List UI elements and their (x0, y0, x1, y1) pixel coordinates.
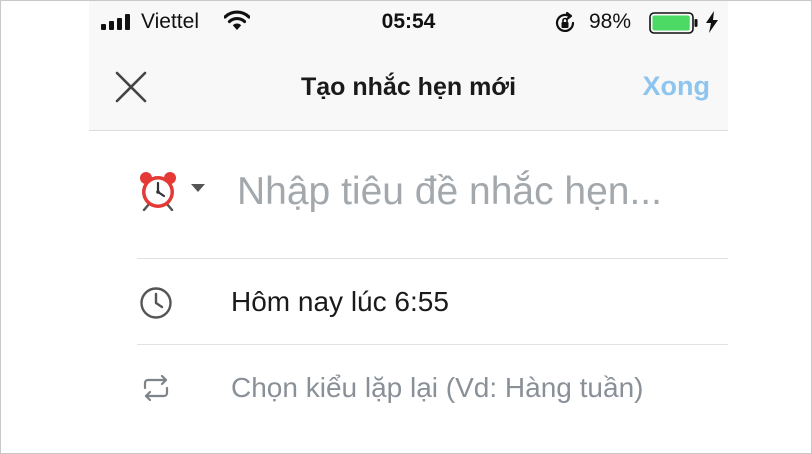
repeat-icon (143, 374, 169, 402)
status-time: 05:54 (381, 10, 436, 33)
battery-percent: 98% (589, 10, 632, 33)
reminder-repeat-row[interactable]: Chọn kiểu lặp lại (Vd: Hàng tuần) (137, 345, 728, 453)
nav-bar: Tạo nhắc hẹn mới Xong (89, 45, 728, 131)
screenshot-frame: Viettel 05:54 98% Tạo nhắc hẹn mới Xong … (0, 0, 812, 454)
alarm-clock-icon[interactable] (137, 169, 179, 211)
reminder-time-row[interactable]: Hôm nay lúc 6:55 (137, 259, 728, 345)
reminder-title-row (137, 131, 728, 259)
status-bar: Viettel 05:54 98% (89, 1, 728, 45)
charging-bolt-icon (706, 11, 718, 33)
done-button[interactable]: Xong (643, 71, 711, 102)
clock-icon (140, 287, 172, 319)
battery-icon (649, 12, 698, 34)
reminder-repeat-label: Chọn kiểu lặp lại (Vd: Hàng tuần) (231, 372, 644, 403)
reminder-time-label: Hôm nay lúc 6:55 (231, 286, 449, 317)
chevron-down-icon[interactable] (191, 184, 205, 192)
phone-screen: Viettel 05:54 98% Tạo nhắc hẹn mới Xong … (89, 1, 728, 453)
page-title: Tạo nhắc hẹn mới (300, 73, 517, 101)
battery-fill (652, 15, 690, 31)
reminder-title-input[interactable] (237, 165, 717, 219)
rotation-lock-icon (555, 11, 575, 32)
